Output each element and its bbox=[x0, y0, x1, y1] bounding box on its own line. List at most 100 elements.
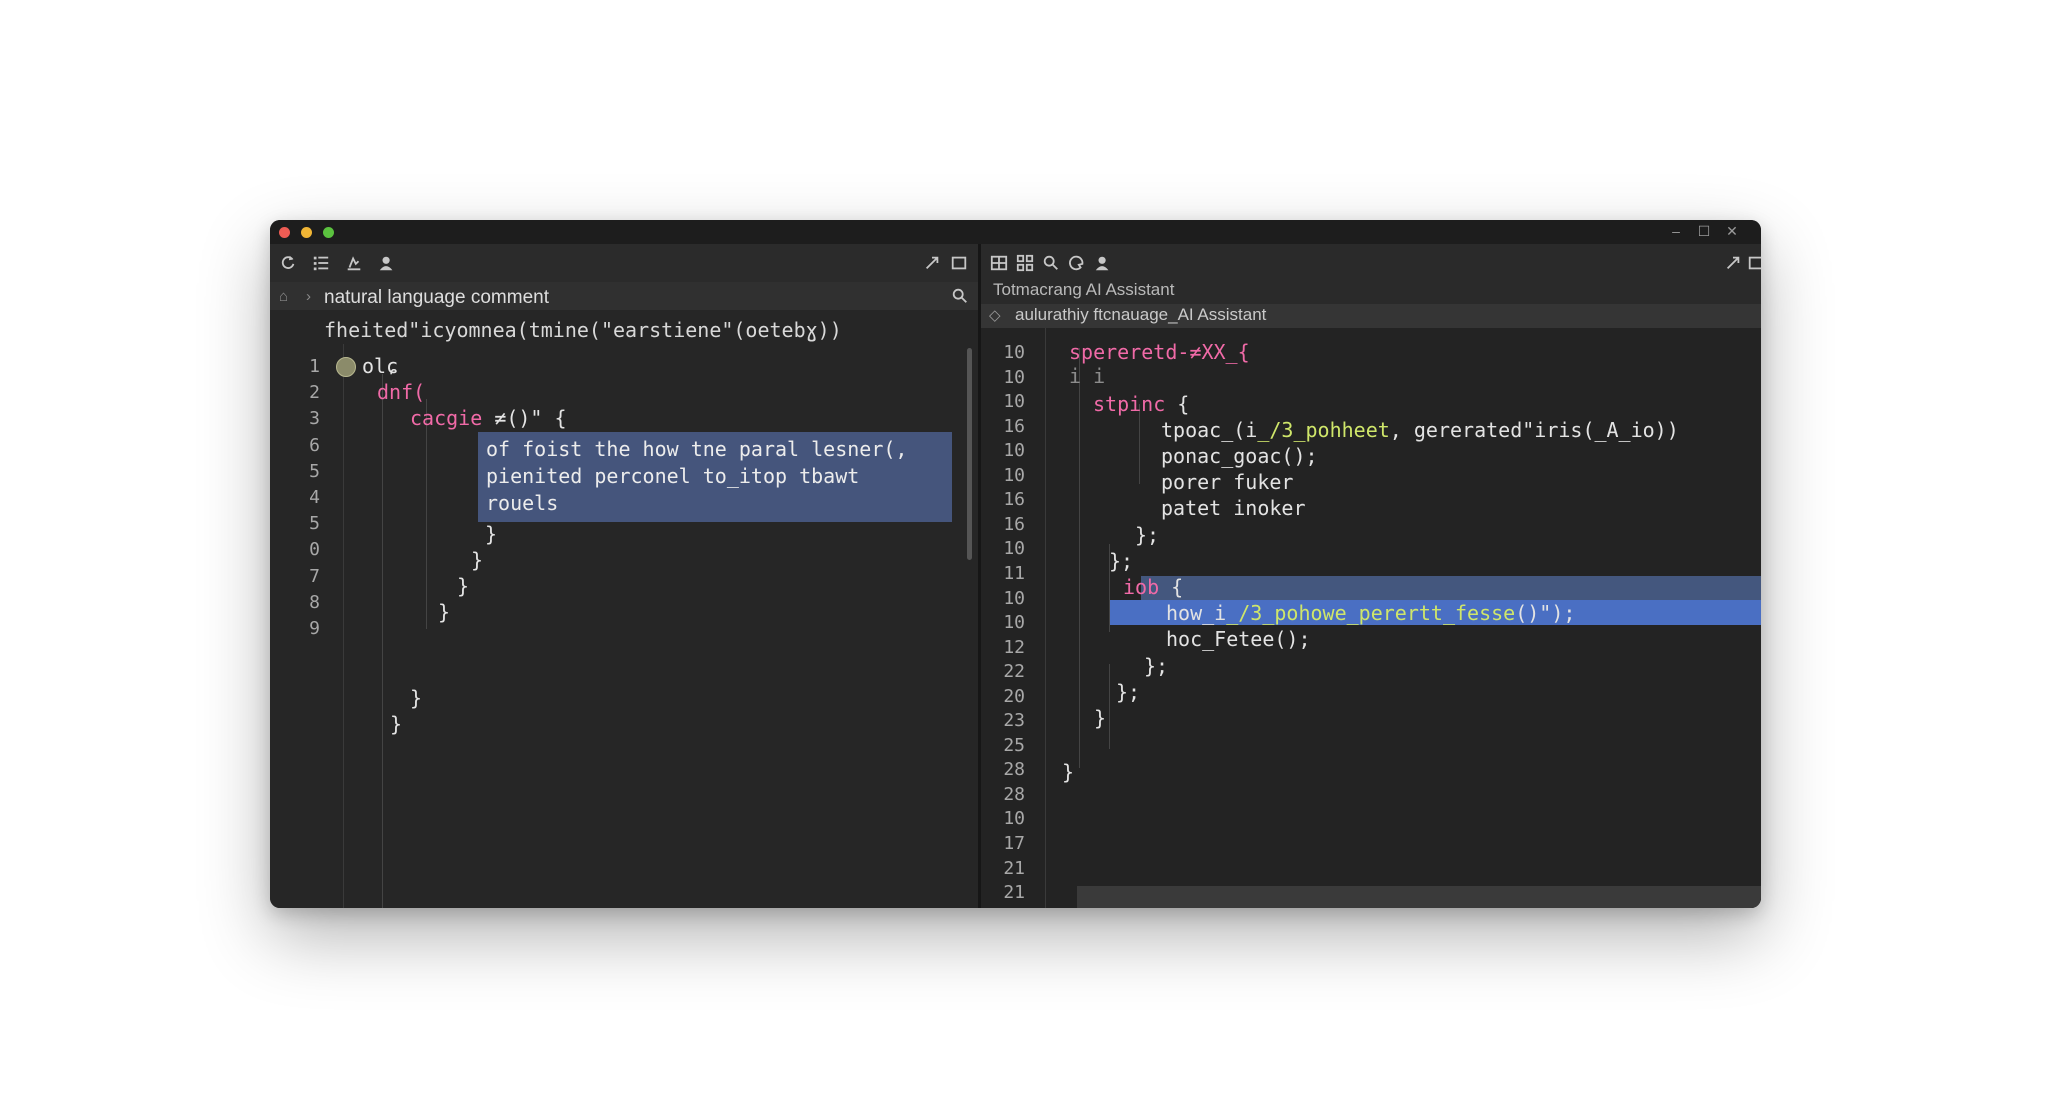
assistant-title-bar: Totmacrang AI Assistant bbox=[981, 280, 1761, 304]
line-number: 10 bbox=[1003, 464, 1025, 486]
comment-editor-pane: ⌂ › natural language comment fheited"icy… bbox=[270, 244, 978, 908]
minimize-traffic-light[interactable] bbox=[301, 227, 312, 238]
search-icon[interactable] bbox=[950, 286, 970, 306]
line-number: 2 bbox=[309, 382, 320, 404]
shield-icon: ◇ bbox=[989, 307, 1001, 324]
expand-icon[interactable] bbox=[922, 253, 942, 273]
code-text: , gererated"iris(_A_io)) bbox=[1389, 418, 1679, 442]
close-traffic-light[interactable] bbox=[279, 227, 290, 238]
code-line: iob { bbox=[1123, 575, 1183, 599]
vertical-scrollbar[interactable] bbox=[967, 348, 972, 560]
selected-line-3: rouels bbox=[486, 491, 559, 515]
gutter-divider bbox=[1045, 328, 1046, 908]
line-number: 10 bbox=[1003, 538, 1025, 560]
line-number: 23 bbox=[1003, 710, 1025, 732]
split-view-icon[interactable] bbox=[989, 253, 1009, 273]
line-number: 12 bbox=[1003, 636, 1025, 658]
search-input[interactable]: natural language comment bbox=[324, 287, 549, 309]
code-line: }; bbox=[1144, 654, 1169, 678]
chevron-right-icon: › bbox=[306, 288, 311, 305]
line-number: 5 bbox=[309, 460, 320, 482]
line-number: 10 bbox=[1003, 342, 1025, 363]
code-text: { bbox=[1165, 392, 1190, 416]
code-keyword: stpinc bbox=[1093, 392, 1166, 416]
line-number: 10 bbox=[1003, 587, 1025, 609]
close-icon[interactable]: ✕ bbox=[1723, 223, 1741, 239]
code-line: }; bbox=[1109, 549, 1134, 573]
zoom-icon[interactable] bbox=[1041, 253, 1061, 273]
line-number: 10 bbox=[1003, 440, 1025, 462]
line-number: 5 bbox=[309, 513, 320, 535]
code-line: how_i_/3_pohowe_perertt_fesse()"); bbox=[1166, 601, 1575, 625]
user-icon[interactable] bbox=[1093, 253, 1113, 273]
closing-brace: } bbox=[410, 686, 423, 710]
horizontal-scrollbar[interactable] bbox=[1077, 886, 1761, 908]
maximize-icon[interactable] bbox=[949, 253, 969, 273]
line-number: 28 bbox=[1003, 759, 1025, 781]
closing-brace: } bbox=[438, 600, 451, 624]
grid-icon[interactable] bbox=[1015, 253, 1035, 273]
chart-icon[interactable] bbox=[344, 253, 364, 273]
user-icon[interactable] bbox=[377, 253, 397, 273]
indent-guide bbox=[1139, 404, 1140, 484]
line-number: 22 bbox=[1003, 661, 1025, 683]
code-line: hoc_Fetee(); bbox=[1166, 627, 1311, 651]
code-line: }; bbox=[1135, 523, 1160, 547]
assistant-title: Totmacrang AI Assistant bbox=[993, 280, 1175, 299]
title-bar: – ☐ ✕ bbox=[270, 220, 1761, 244]
line-number: 28 bbox=[1003, 783, 1025, 805]
indent-guide bbox=[426, 399, 427, 629]
code-line: }; bbox=[1116, 680, 1141, 704]
editor-window: – ☐ ✕ ⌂ › natural language comment fheit… bbox=[270, 220, 1761, 908]
code-line: porer fuker bbox=[1161, 470, 1294, 494]
code-line: tpoac_(i_/3_pohheet, gererated"iris(_A_i… bbox=[1161, 418, 1679, 442]
assistant-subtitle-bar: ◇ aulurathiy ftcnauage_AI Assistant bbox=[981, 304, 1761, 328]
assistant-subtitle: aulurathiy ftcnauage_AI Assistant bbox=[1015, 305, 1267, 324]
header-code-line: fheited"icyomnea(tmine("earstiene"(oeteb… bbox=[324, 318, 842, 342]
line-number: 16 bbox=[1003, 489, 1025, 511]
code-string: _/3_pohheet bbox=[1257, 418, 1390, 442]
line-number: 16 bbox=[1003, 415, 1025, 437]
palette-icon[interactable] bbox=[1067, 253, 1087, 273]
code-line: ponac_goac(); bbox=[1161, 444, 1318, 468]
selected-line-1: of foist the how tne paral lesner(, bbox=[486, 437, 908, 461]
list-icon[interactable] bbox=[311, 253, 331, 273]
code-line-1: olɕ bbox=[362, 354, 399, 378]
line-number: 3 bbox=[309, 408, 320, 430]
line-number: 11 bbox=[1003, 562, 1025, 584]
breakpoint-icon[interactable] bbox=[336, 357, 356, 377]
line-number: 1 bbox=[309, 356, 320, 377]
expand-icon[interactable] bbox=[1723, 253, 1743, 273]
closing-brace: } bbox=[457, 574, 470, 598]
line-number: 21 bbox=[1003, 882, 1025, 904]
maximize-icon[interactable]: ☐ bbox=[1695, 223, 1713, 239]
left-toolbar bbox=[270, 244, 978, 282]
selected-comment-block[interactable]: of foist the how tne paral lesner(, pien… bbox=[478, 432, 952, 522]
code-line: } bbox=[1062, 760, 1075, 784]
line-number: 0 bbox=[309, 539, 320, 561]
zoom-traffic-light[interactable] bbox=[323, 227, 334, 238]
line-number: 21 bbox=[1003, 857, 1025, 879]
code-string: _/3_pohowe_perertt_fesse bbox=[1226, 601, 1516, 625]
closing-brace: } bbox=[471, 548, 484, 572]
line-number: 9 bbox=[309, 618, 320, 639]
line-number: 16 bbox=[1003, 513, 1025, 535]
code-text: how_i bbox=[1166, 601, 1227, 625]
indent-guide bbox=[382, 374, 383, 908]
selected-line-2: pienited perconel to_itop tbawt bbox=[486, 464, 860, 488]
line-number: 10 bbox=[1003, 391, 1025, 413]
code-text: tpoac_(i bbox=[1161, 418, 1258, 442]
gutter-divider bbox=[343, 344, 344, 908]
line-number: 10 bbox=[1003, 612, 1025, 634]
selected-line-highlight bbox=[1141, 576, 1761, 600]
code-text: { bbox=[1159, 575, 1184, 599]
maximize-icon[interactable] bbox=[1746, 253, 1761, 273]
lock-icon: ⌂ bbox=[279, 288, 289, 305]
indent-guide bbox=[1079, 348, 1080, 768]
minimize-icon[interactable]: – bbox=[1667, 223, 1685, 239]
refresh-icon[interactable] bbox=[278, 253, 298, 273]
code-line: stpinc { bbox=[1093, 392, 1189, 416]
code-line: patet inoker bbox=[1161, 496, 1306, 520]
search-bar[interactable]: ⌂ › natural language comment bbox=[270, 282, 978, 310]
code-line-3: cacgie ≠()" { bbox=[410, 406, 567, 430]
